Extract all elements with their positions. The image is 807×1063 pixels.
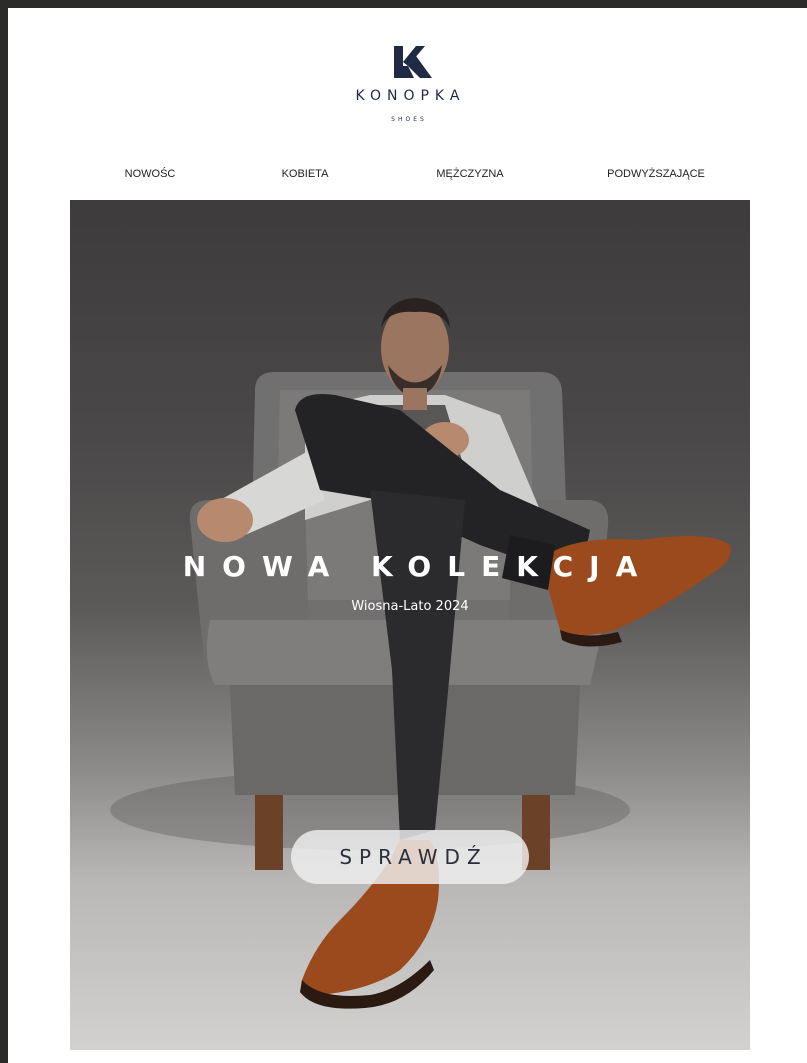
hero-banner[interactable]: NOWA KOLEKCJA Wiosna-Lato 2024 SPRAWDŹ — [70, 200, 750, 1050]
hero-image — [110, 298, 731, 1009]
nav-item-podwyzszajace[interactable]: PODWYŻSZAJĄCE — [607, 168, 705, 180]
hero-subtitle: Wiosna-Lato 2024 — [351, 599, 469, 614]
main-nav: NOWOŚC KOBIETA MĘŻCZYZNA PODWYŻSZAJĄCE — [70, 168, 750, 182]
nav-item-kobieta[interactable]: KOBIETA — [282, 168, 329, 180]
nav-item-nowosc[interactable]: NOWOŚC — [125, 168, 176, 180]
konopka-logo-icon[interactable] — [394, 46, 432, 78]
sprawdz-button[interactable]: SPRAWDŹ — [291, 830, 529, 884]
brand-sub: SHOES — [391, 116, 427, 123]
email-page: KONOPKA SHOES NOWOŚC KOBIETA MĘŻCZYZNA P… — [8, 8, 807, 1063]
nav-item-mezczyzna[interactable]: MĘŻCZYZNA — [436, 168, 503, 180]
brand-name: KONOPKA — [355, 88, 466, 104]
hero-title: NOWA KOLEKCJA — [182, 550, 654, 583]
